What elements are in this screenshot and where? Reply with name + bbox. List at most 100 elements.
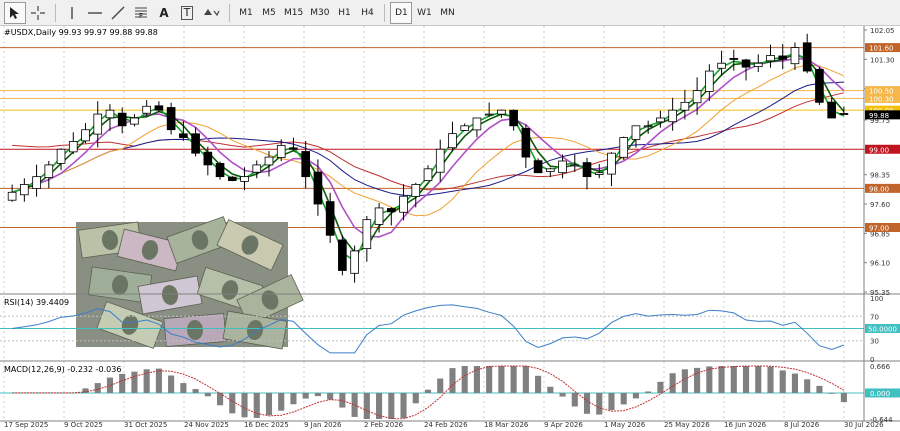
- candle-body: [753, 62, 763, 68]
- candle-body: [766, 55, 775, 62]
- candle-body: [20, 184, 29, 196]
- date-label: 9 Jan 2026: [304, 421, 342, 429]
- crosshair-icon: [31, 5, 45, 20]
- candle-body: [179, 133, 188, 138]
- horizontal-line-tool[interactable]: [84, 2, 106, 24]
- shapes-tool[interactable]: [199, 2, 223, 24]
- candle-body: [338, 239, 347, 271]
- candle-body: [203, 151, 213, 166]
- candle-body: [668, 109, 677, 123]
- level-tag-label: 100.30: [869, 95, 894, 103]
- candle-body: [81, 129, 90, 142]
- timeframe-mn[interactable]: MN: [436, 2, 458, 24]
- level-tag-label: 97.00: [869, 224, 889, 232]
- candle-body: [472, 117, 482, 131]
- candle-body: [582, 162, 592, 178]
- candle-body: [484, 113, 494, 116]
- candle-body: [374, 207, 384, 225]
- candle-body: [558, 160, 567, 174]
- candle-body: [386, 208, 396, 213]
- candle-body: [362, 219, 372, 250]
- toolbar: F A T M1 M5 M15 M30 H1 H4 D1 W1 MN: [0, 0, 900, 26]
- candle-body: [264, 156, 274, 166]
- candle-body: [252, 164, 262, 173]
- candle-body: [105, 109, 115, 119]
- rsi-scale-label: 30: [870, 338, 879, 346]
- rsi-scale-label: 70: [870, 313, 879, 321]
- fibonacci-icon: F: [135, 7, 147, 20]
- candle-body: [142, 105, 151, 114]
- text-label-tool[interactable]: T: [176, 2, 198, 24]
- macd-zero-tag-label: 0.000: [870, 390, 890, 398]
- candle-body: [411, 184, 421, 197]
- candle-body: [705, 70, 714, 92]
- chart-area[interactable]: 102.05101.30100.5599.7599.0098.3597.6096…: [0, 26, 900, 431]
- candle-body: [839, 113, 849, 115]
- candle-body: [570, 164, 580, 167]
- candle-body: [521, 128, 531, 158]
- candle-body: [497, 109, 506, 115]
- candle-body: [692, 90, 702, 104]
- candle-body: [240, 176, 249, 182]
- svg-text:F: F: [139, 12, 143, 20]
- macd-header: MACD(12,26,9) -0.232 -0.036: [4, 365, 121, 374]
- crosshair-tool[interactable]: [27, 2, 49, 24]
- trendline-icon: [111, 6, 125, 19]
- level-tag-label: 99.88: [869, 112, 889, 120]
- date-axis: 17 Sep 2025 9 Oct 2025 31 Oct 2025 24 Nov 2…: [4, 421, 884, 429]
- timeframe-h1[interactable]: H1: [333, 2, 355, 24]
- candle-body: [227, 176, 237, 181]
- fibonacci-tool[interactable]: F: [130, 2, 152, 24]
- timeframe-m30[interactable]: M30: [307, 2, 332, 24]
- indicator-panes: [0, 304, 864, 420]
- candle-body: [790, 47, 800, 65]
- dollar-bills-image: [76, 216, 304, 350]
- candle-body: [717, 62, 726, 69]
- timeframe-w1[interactable]: W1: [413, 2, 435, 24]
- timeframe-h4[interactable]: H4: [356, 2, 378, 24]
- timeframe-d1[interactable]: D1: [390, 1, 413, 24]
- candle-body: [435, 148, 445, 173]
- timeframe-m15[interactable]: M15: [281, 2, 306, 24]
- date-label: 9 Apr 2026: [544, 421, 583, 429]
- text-tool[interactable]: A: [153, 2, 175, 24]
- candle-body: [656, 117, 665, 123]
- candle-body: [607, 152, 616, 175]
- chart-header: #USDX,Daily 99.93 99.97 99.88 99.88: [4, 28, 158, 37]
- candle-body: [350, 250, 359, 274]
- candle-body: [130, 117, 139, 125]
- text-label-tool-label: T: [180, 5, 194, 20]
- price-label: 97.60: [870, 201, 890, 209]
- date-label: 16 Jun 2026: [724, 421, 767, 429]
- date-label: 8 Jul 2026: [784, 421, 820, 429]
- candle-body: [778, 55, 788, 60]
- toolbar-separator: [229, 3, 230, 22]
- candle-body: [93, 113, 103, 135]
- candle-body: [533, 160, 543, 174]
- timeframe-m5[interactable]: M5: [258, 2, 280, 24]
- candle-body: [7, 191, 17, 201]
- macd-scale-label: 0.666: [870, 363, 891, 371]
- date-label: 24 Nov 2025: [184, 421, 229, 429]
- candle-body: [154, 105, 164, 111]
- cursor-tool[interactable]: [4, 1, 26, 24]
- trendline-tool[interactable]: [107, 2, 129, 24]
- price-label: 102.05: [870, 27, 895, 35]
- vertical-line-icon: [71, 6, 73, 19]
- timeframe-m1[interactable]: M1: [235, 2, 257, 24]
- rsi-header: RSI(14) 39.4409: [4, 298, 69, 307]
- level-tag-label: 101.60: [869, 45, 894, 53]
- date-label: 30 Jul 2026: [844, 421, 884, 429]
- horizontal-line-icon: [88, 11, 102, 14]
- price-label: 98.35: [870, 172, 890, 180]
- level-tag-label: 98.00: [869, 185, 889, 193]
- level-tag-label: 99.00: [869, 146, 889, 154]
- candle-body: [460, 125, 470, 131]
- date-label: 24 Feb 2026: [424, 421, 468, 429]
- candle-body: [509, 109, 518, 127]
- date-label: 9 Oct 2025: [64, 421, 103, 429]
- vertical-line-tool[interactable]: [61, 2, 83, 24]
- date-label: 16 Dec 2025: [244, 421, 289, 429]
- candle-body: [448, 133, 457, 149]
- candle-body: [301, 151, 310, 178]
